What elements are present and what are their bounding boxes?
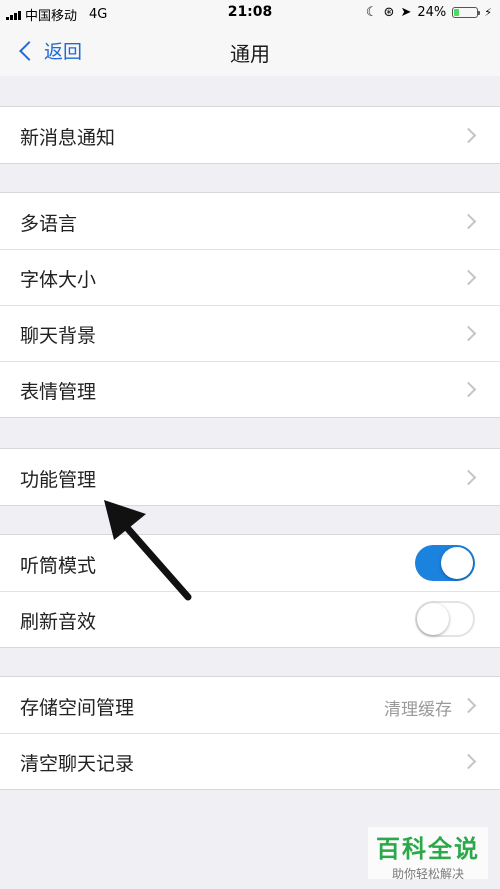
row-detail: 清理缓存	[384, 700, 452, 720]
nav-bar: 返回 通用	[0, 26, 500, 76]
toggle-knob	[417, 603, 449, 635]
page-title: 通用	[230, 42, 270, 66]
row-chat-background[interactable]: 聊天背景	[0, 305, 500, 361]
charging-icon: ⚡	[484, 6, 492, 19]
chevron-right-icon	[460, 127, 477, 144]
moon-icon: ☾	[365, 5, 378, 20]
battery-fill	[454, 9, 460, 16]
row-label: 刷新音效	[20, 611, 97, 633]
earpiece-mode-toggle[interactable]	[415, 545, 475, 581]
settings-group-features: 功能管理	[0, 448, 500, 506]
chevron-right-icon	[460, 469, 477, 486]
row-sticker-management[interactable]: 表情管理	[0, 361, 500, 417]
chevron-right-icon	[460, 213, 477, 230]
chevron-right-icon	[460, 269, 477, 286]
settings-group-storage: 存储空间管理 清理缓存 清空聊天记录	[0, 676, 500, 790]
row-label: 新消息通知	[20, 127, 116, 149]
chevron-right-icon	[460, 381, 477, 398]
row-earpiece-mode[interactable]: 听筒模式	[0, 535, 500, 591]
row-label: 字体大小	[20, 269, 97, 291]
status-bar: 中国移动 4G 21:08 ☾ ⊛ ➤ 24% ⚡	[0, 0, 500, 26]
chevron-right-icon	[460, 697, 477, 714]
toggle-knob	[441, 547, 473, 579]
status-right: ☾ ⊛ ➤ 24% ⚡	[366, 5, 492, 20]
row-label: 功能管理	[20, 469, 97, 491]
row-label: 聊天背景	[20, 325, 97, 347]
row-clear-chat-history[interactable]: 清空聊天记录	[0, 733, 500, 789]
settings-group-notifications: 新消息通知	[0, 106, 500, 164]
chevron-right-icon	[460, 325, 477, 342]
row-label: 表情管理	[20, 381, 97, 403]
row-label: 多语言	[20, 213, 78, 235]
watermark-logo: 百科全说 助你轻松解决	[368, 827, 488, 881]
row-label: 清空聊天记录	[20, 753, 135, 775]
row-storage-management[interactable]: 存储空间管理 清理缓存	[0, 677, 500, 733]
watermark-subtitle: 助你轻松解决	[391, 867, 464, 881]
battery-icon	[452, 7, 481, 18]
row-feature-management[interactable]: 功能管理	[0, 449, 500, 505]
battery-percent: 24%	[417, 5, 447, 20]
orientation-lock-icon: ⊛	[383, 5, 395, 20]
row-label: 存储空间管理	[20, 697, 135, 719]
row-language[interactable]: 多语言	[0, 193, 500, 249]
annotation-arrow-icon	[104, 500, 192, 601]
row-new-message-notification[interactable]: 新消息通知	[0, 107, 500, 163]
row-label: 听筒模式	[20, 555, 97, 577]
settings-group-audio: 听筒模式 刷新音效	[0, 534, 500, 648]
row-font-size[interactable]: 字体大小	[0, 249, 500, 305]
watermark-title: 百科全说	[376, 835, 480, 863]
refresh-sound-toggle[interactable]	[415, 601, 475, 637]
location-icon: ➤	[400, 5, 412, 20]
settings-group-display: 多语言 字体大小 聊天背景 表情管理	[0, 192, 500, 418]
chevron-right-icon	[460, 753, 477, 770]
row-refresh-sound[interactable]: 刷新音效	[0, 591, 500, 647]
